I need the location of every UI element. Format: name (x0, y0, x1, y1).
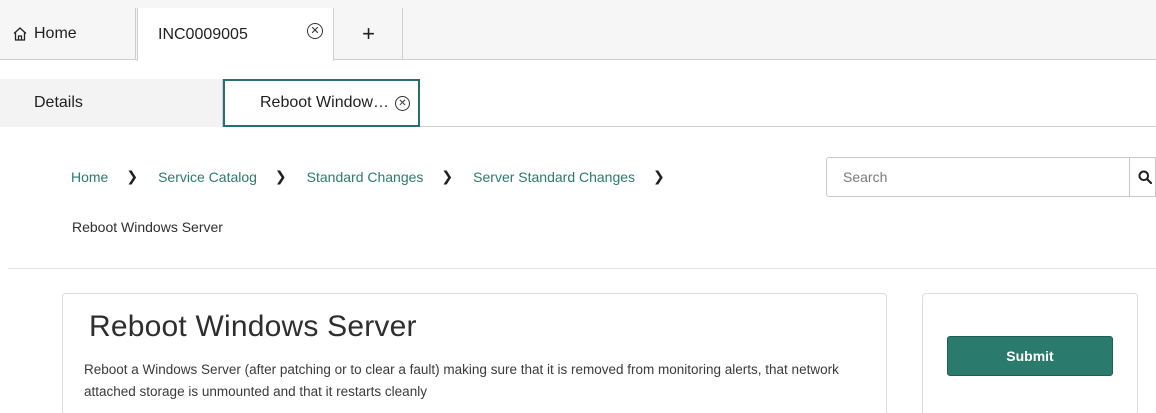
chevron-right-icon: ❯ (653, 168, 665, 184)
catalog-item-panel: Reboot Windows Server Reboot a Windows S… (62, 293, 887, 413)
search-button[interactable] (1129, 157, 1156, 197)
tab-details[interactable]: Details (0, 79, 223, 127)
chevron-right-icon: ❯ (441, 168, 454, 184)
search-input[interactable] (827, 159, 1127, 195)
top-tab-bar: Home INC0009005 ✕ + (0, 0, 1156, 61)
breadcrumb-service-catalog[interactable]: Service Catalog (158, 169, 257, 185)
breadcrumb-current: Reboot Windows Server (72, 219, 223, 235)
add-tab-button[interactable]: + (335, 8, 403, 60)
chevron-right-icon: ❯ (274, 168, 287, 184)
breadcrumb-server-standard-changes[interactable]: Server Standard Changes (473, 169, 635, 185)
tab-home[interactable]: Home (0, 8, 136, 60)
catalog-item-title: Reboot Windows Server (89, 310, 417, 343)
tab-reboot-label: Reboot Window… (260, 94, 389, 111)
record-tab-bar: Details Reboot Window… ✕ (0, 79, 1156, 127)
divider (8, 268, 1156, 269)
order-panel: Submit (922, 293, 1138, 413)
search-icon (1138, 170, 1152, 184)
tab-reboot-windows[interactable]: Reboot Window… ✕ (223, 79, 420, 127)
breadcrumb-home[interactable]: Home (71, 169, 108, 185)
plus-icon: + (362, 21, 375, 46)
submit-button[interactable]: Submit (947, 336, 1113, 376)
chevron-right-icon: ❯ (126, 168, 139, 184)
home-icon (13, 27, 27, 41)
tab-incident-label: INC0009005 (158, 25, 248, 43)
search-box (826, 157, 1156, 197)
breadcrumb-standard-changes[interactable]: Standard Changes (307, 169, 424, 185)
close-circle-icon[interactable]: ✕ (307, 23, 323, 39)
tab-incident[interactable]: INC0009005 ✕ (137, 8, 334, 61)
close-circle-icon[interactable]: ✕ (395, 96, 410, 111)
tab-home-label: Home (34, 25, 77, 42)
tab-details-label: Details (34, 94, 83, 111)
breadcrumb: Home ❯ Service Catalog ❯ Standard Change… (71, 168, 685, 185)
catalog-item-description: Reboot a Windows Server (after patching … (84, 362, 839, 399)
